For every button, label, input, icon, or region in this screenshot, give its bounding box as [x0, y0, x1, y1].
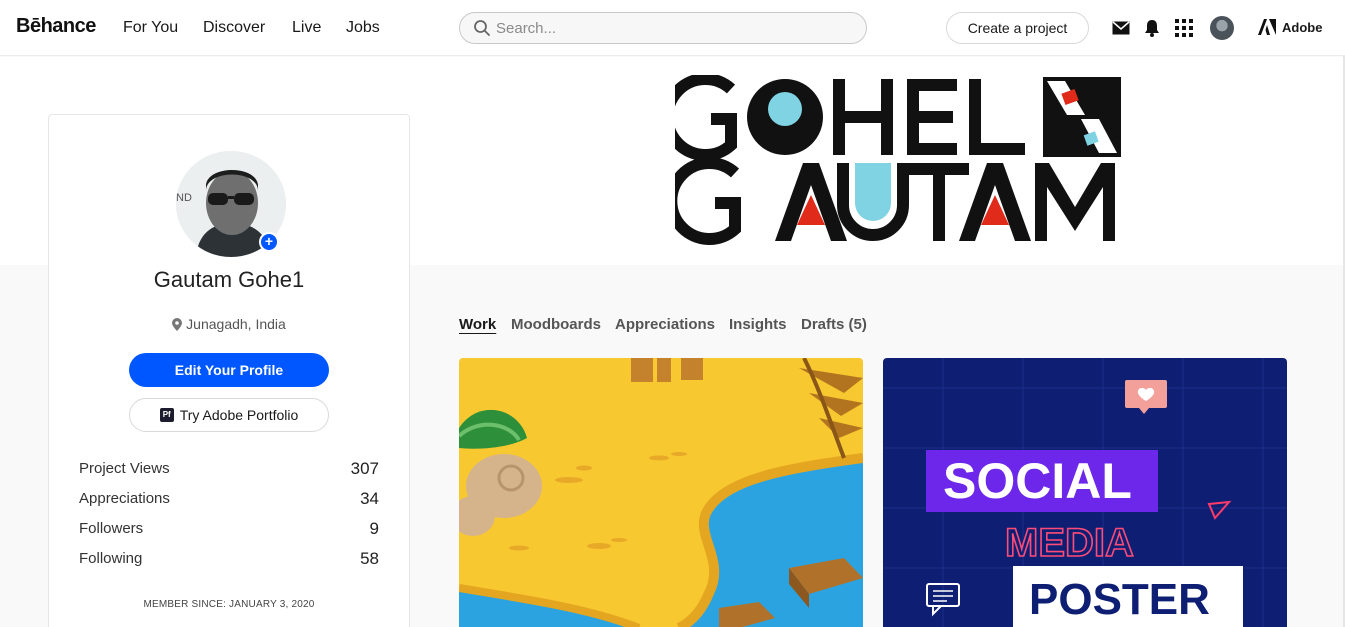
poster-line-1: SOCIAL [943, 453, 1132, 509]
stat-value: 34 [360, 489, 379, 508]
tab-insights[interactable]: Insights [729, 316, 787, 333]
nav-for-you[interactable]: For You [123, 19, 178, 37]
tab-appreciations[interactable]: Appreciations [615, 316, 715, 333]
tab-drafts[interactable]: Drafts (5) [801, 316, 867, 333]
poster-line-3: POSTER [1029, 575, 1210, 624]
top-navigation: Bēhance For You Discover Live Jobs Creat… [0, 0, 1345, 56]
bell-icon[interactable] [1142, 18, 1162, 38]
nav-discover[interactable]: Discover [203, 19, 265, 37]
project-tile-game-illustration[interactable] [459, 358, 863, 627]
tab-work[interactable]: Work [459, 316, 496, 333]
stat-label: Project Views [79, 460, 170, 477]
search-input[interactable] [496, 17, 856, 39]
nav-live[interactable]: Live [292, 19, 321, 37]
apps-grid-icon[interactable] [1174, 18, 1194, 38]
nav-jobs[interactable]: Jobs [346, 19, 380, 37]
edit-profile-button[interactable]: Edit Your Profile [129, 353, 329, 387]
portfolio-icon: Pf [159, 408, 174, 422]
stat-label: Followers [79, 520, 144, 537]
stat-project-views[interactable]: Project Views 307 [79, 457, 379, 487]
create-project-button[interactable]: Create a project [946, 12, 1089, 44]
poster-line-2: MEDIA [1005, 521, 1134, 565]
location-pin-icon [172, 317, 183, 331]
search-icon [473, 19, 491, 42]
behance-logo[interactable]: Bēhance [16, 15, 96, 38]
stat-value: 9 [369, 519, 379, 538]
profile-card: ND + Gautam Gohe1 Junagadh, India Edit Y… [48, 114, 410, 627]
mail-icon[interactable] [1111, 18, 1131, 38]
profile-location: Junagadh, India [49, 316, 409, 332]
stat-following[interactable]: Following 58 [79, 547, 379, 577]
try-portfolio-button[interactable]: Pf Try Adobe Portfolio [129, 398, 329, 432]
stat-appreciations[interactable]: Appreciations 34 [79, 487, 379, 517]
adobe-link[interactable]: Adobe [1258, 19, 1322, 35]
location-label: Junagadh, India [186, 316, 286, 332]
project-tile-social-media-poster[interactable]: SOCIAL MEDIA POSTER [883, 358, 1287, 627]
stat-followers[interactable]: Followers 9 [79, 517, 379, 547]
adobe-icon [1258, 19, 1276, 35]
banner-logo [675, 75, 1121, 245]
add-avatar-button[interactable]: + [259, 232, 279, 252]
profile-name: Gautam Gohe1 [153, 267, 305, 292]
stat-label: Following [79, 550, 143, 567]
stat-value: 307 [350, 459, 379, 478]
stat-value: 58 [360, 549, 379, 568]
tab-moodboards[interactable]: Moodboards [511, 316, 601, 333]
member-since: MEMBER SINCE: JANUARY 3, 2020 [143, 599, 315, 610]
adobe-label: Adobe [1282, 19, 1323, 35]
search-bar[interactable] [459, 12, 867, 44]
user-avatar[interactable] [1210, 16, 1234, 40]
portfolio-label: Try Adobe Portfolio [179, 407, 299, 423]
stat-label: Appreciations [79, 490, 170, 507]
avatar-background-text: ND [176, 192, 192, 204]
profile-stats: Project Views 307 Appreciations 34 Follo… [79, 457, 379, 577]
